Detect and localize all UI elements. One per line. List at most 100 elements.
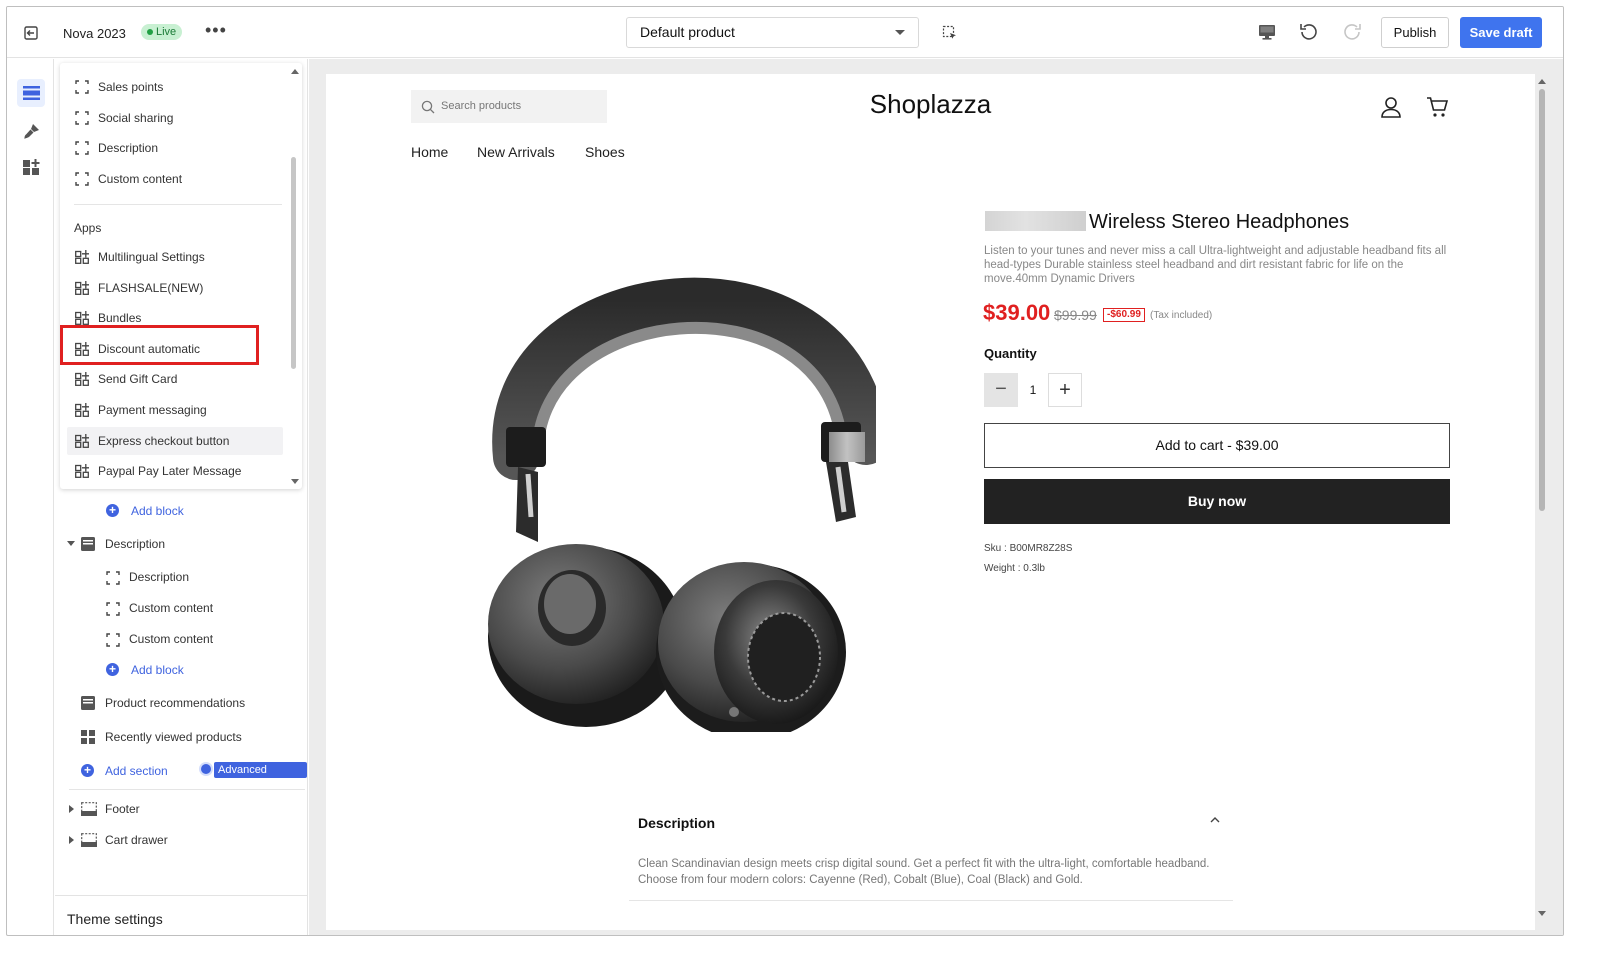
popup-app-paypal-pay-later[interactable]: Paypal Pay Later Message (67, 457, 283, 485)
popup-item-label: Discount automatic (98, 342, 201, 356)
block-icon (75, 141, 89, 155)
app-icon (75, 281, 89, 295)
plus-icon: + (106, 663, 119, 676)
product-description: Listen to your tunes and never miss a ca… (984, 245, 1447, 285)
theme-settings[interactable]: Theme settings (55, 895, 307, 935)
popup-app-multilingual-settings[interactable]: Multilingual Settings (67, 243, 283, 271)
popup-item-label: Custom content (98, 172, 183, 186)
sidebar: Sales points Social sharing Description … (55, 59, 308, 935)
app-icon (75, 342, 89, 356)
popup-app-send-gift-card[interactable]: Send Gift Card (67, 365, 283, 393)
caret-right-icon[interactable] (69, 836, 74, 844)
popup-item-social-sharing[interactable]: Social sharing (67, 104, 283, 132)
top-bar: Nova 2023 Live ••• Default product Publi… (7, 7, 1563, 58)
theme-style-tab[interactable] (17, 118, 45, 146)
chevron-down-icon (895, 30, 905, 35)
store-logo[interactable]: Shoplazza (326, 89, 1535, 120)
popup-app-flashsale[interactable]: FLASHSALE(NEW) (67, 274, 283, 302)
section-footer[interactable]: Footer (67, 802, 287, 818)
section-label: Cart drawer (105, 833, 168, 847)
exit-icon[interactable] (23, 25, 39, 41)
popup-item-label: Bundles (98, 311, 142, 325)
product-image[interactable] (476, 212, 876, 732)
apps-heading: Apps (74, 221, 102, 235)
select-element-icon[interactable] (942, 25, 958, 41)
publish-button[interactable]: Publish (1381, 17, 1449, 48)
redo-icon[interactable] (1342, 23, 1362, 41)
more-menu-icon[interactable]: ••• (205, 21, 227, 39)
quantity-input[interactable]: 1 (1022, 373, 1044, 407)
popup-item-label: Social sharing (98, 111, 174, 125)
divider (69, 789, 305, 790)
section-label: Footer (105, 802, 140, 816)
block-icon (106, 633, 120, 647)
blurred-logo (829, 432, 865, 462)
grid-icon (81, 730, 95, 744)
save-draft-button[interactable]: Save draft (1460, 17, 1542, 48)
divider (74, 204, 282, 205)
editor-window: Nova 2023 Live ••• Default product Publi… (6, 6, 1564, 936)
section-product-recommendations[interactable]: Product recommendations (81, 696, 301, 712)
nav-new-arrivals[interactable]: New Arrivals (477, 144, 555, 160)
quantity-decrease-button[interactable]: − (984, 373, 1018, 407)
original-price: $99.99 (1054, 307, 1097, 323)
caret-down-icon[interactable] (67, 541, 75, 546)
plus-icon: + (106, 504, 119, 517)
scroll-down-arrow[interactable] (291, 479, 299, 484)
left-rail (7, 59, 54, 935)
popup-app-payment-messaging[interactable]: Payment messaging (67, 396, 283, 424)
popup-app-discount-automatic[interactable]: Discount automatic (67, 335, 283, 363)
template-select-value: Default product (640, 24, 735, 40)
template-select[interactable]: Default product (626, 17, 919, 48)
scroll-up-arrow[interactable] (291, 69, 299, 74)
popup-item-custom-content[interactable]: Custom content (67, 165, 283, 193)
tax-note: (Tax included) (1150, 310, 1213, 321)
cart-icon[interactable] (1426, 96, 1449, 118)
add-to-cart-button[interactable]: Add to cart - $39.00 (984, 423, 1450, 468)
popup-scrollbar[interactable] (291, 157, 296, 369)
chevron-up-icon[interactable] (1210, 816, 1220, 824)
undo-icon[interactable] (1299, 23, 1319, 41)
sections-icon (23, 86, 40, 100)
scroll-down-arrow[interactable] (1538, 911, 1546, 916)
cart-drawer-icon (81, 833, 97, 847)
advanced-widgets-badge[interactable]: Advanced widgets (214, 762, 307, 792)
product-title: Wireless Stereo Headphones (985, 211, 1349, 234)
block-label: Custom content (129, 601, 214, 615)
popup-app-bundles[interactable]: Bundles (67, 304, 283, 332)
preview-scrollbar[interactable] (1539, 89, 1545, 511)
store-name: Nova 2023 (63, 26, 126, 41)
app-icon (75, 403, 89, 417)
scroll-up-arrow[interactable] (1538, 79, 1546, 84)
popup-item-sales-points[interactable]: Sales points (67, 73, 283, 101)
footer-icon (81, 802, 97, 816)
description-heading[interactable]: Description (638, 815, 715, 831)
popup-app-express-checkout[interactable]: Express checkout button (67, 427, 283, 455)
nav-shoes[interactable]: Shoes (585, 144, 625, 160)
section-recently-viewed[interactable]: Recently viewed products (81, 730, 301, 746)
block-icon (106, 571, 120, 585)
add-section-label: Add section (105, 764, 168, 778)
block-custom-content[interactable]: Custom content (106, 601, 286, 617)
product-title-text: Wireless Stereo Headphones (1089, 211, 1350, 233)
block-icon (75, 172, 89, 186)
quantity-increase-button[interactable]: + (1048, 373, 1082, 407)
section-cart-drawer[interactable]: Cart drawer (67, 833, 287, 849)
popup-item-label: Paypal Pay Later Message (98, 464, 242, 478)
nav-home[interactable]: Home (411, 144, 448, 160)
buy-now-button[interactable]: Buy now (984, 479, 1450, 524)
sections-tab[interactable] (17, 79, 45, 107)
add-block-label: Add block (131, 663, 184, 677)
section-icon (81, 696, 95, 710)
popup-item-description[interactable]: Description (67, 134, 283, 162)
section-description[interactable]: Description (67, 537, 297, 553)
block-custom-content-2[interactable]: Custom content (106, 632, 286, 648)
theme-settings-label: Theme settings (67, 911, 163, 927)
account-icon[interactable] (1380, 96, 1402, 118)
apps-tab[interactable] (17, 154, 45, 182)
block-description[interactable]: Description (106, 570, 286, 586)
add-block-label: Add block (131, 504, 184, 518)
block-label: Description (129, 570, 190, 584)
caret-right-icon[interactable] (69, 805, 74, 813)
desktop-preview-icon[interactable] (1258, 24, 1276, 41)
